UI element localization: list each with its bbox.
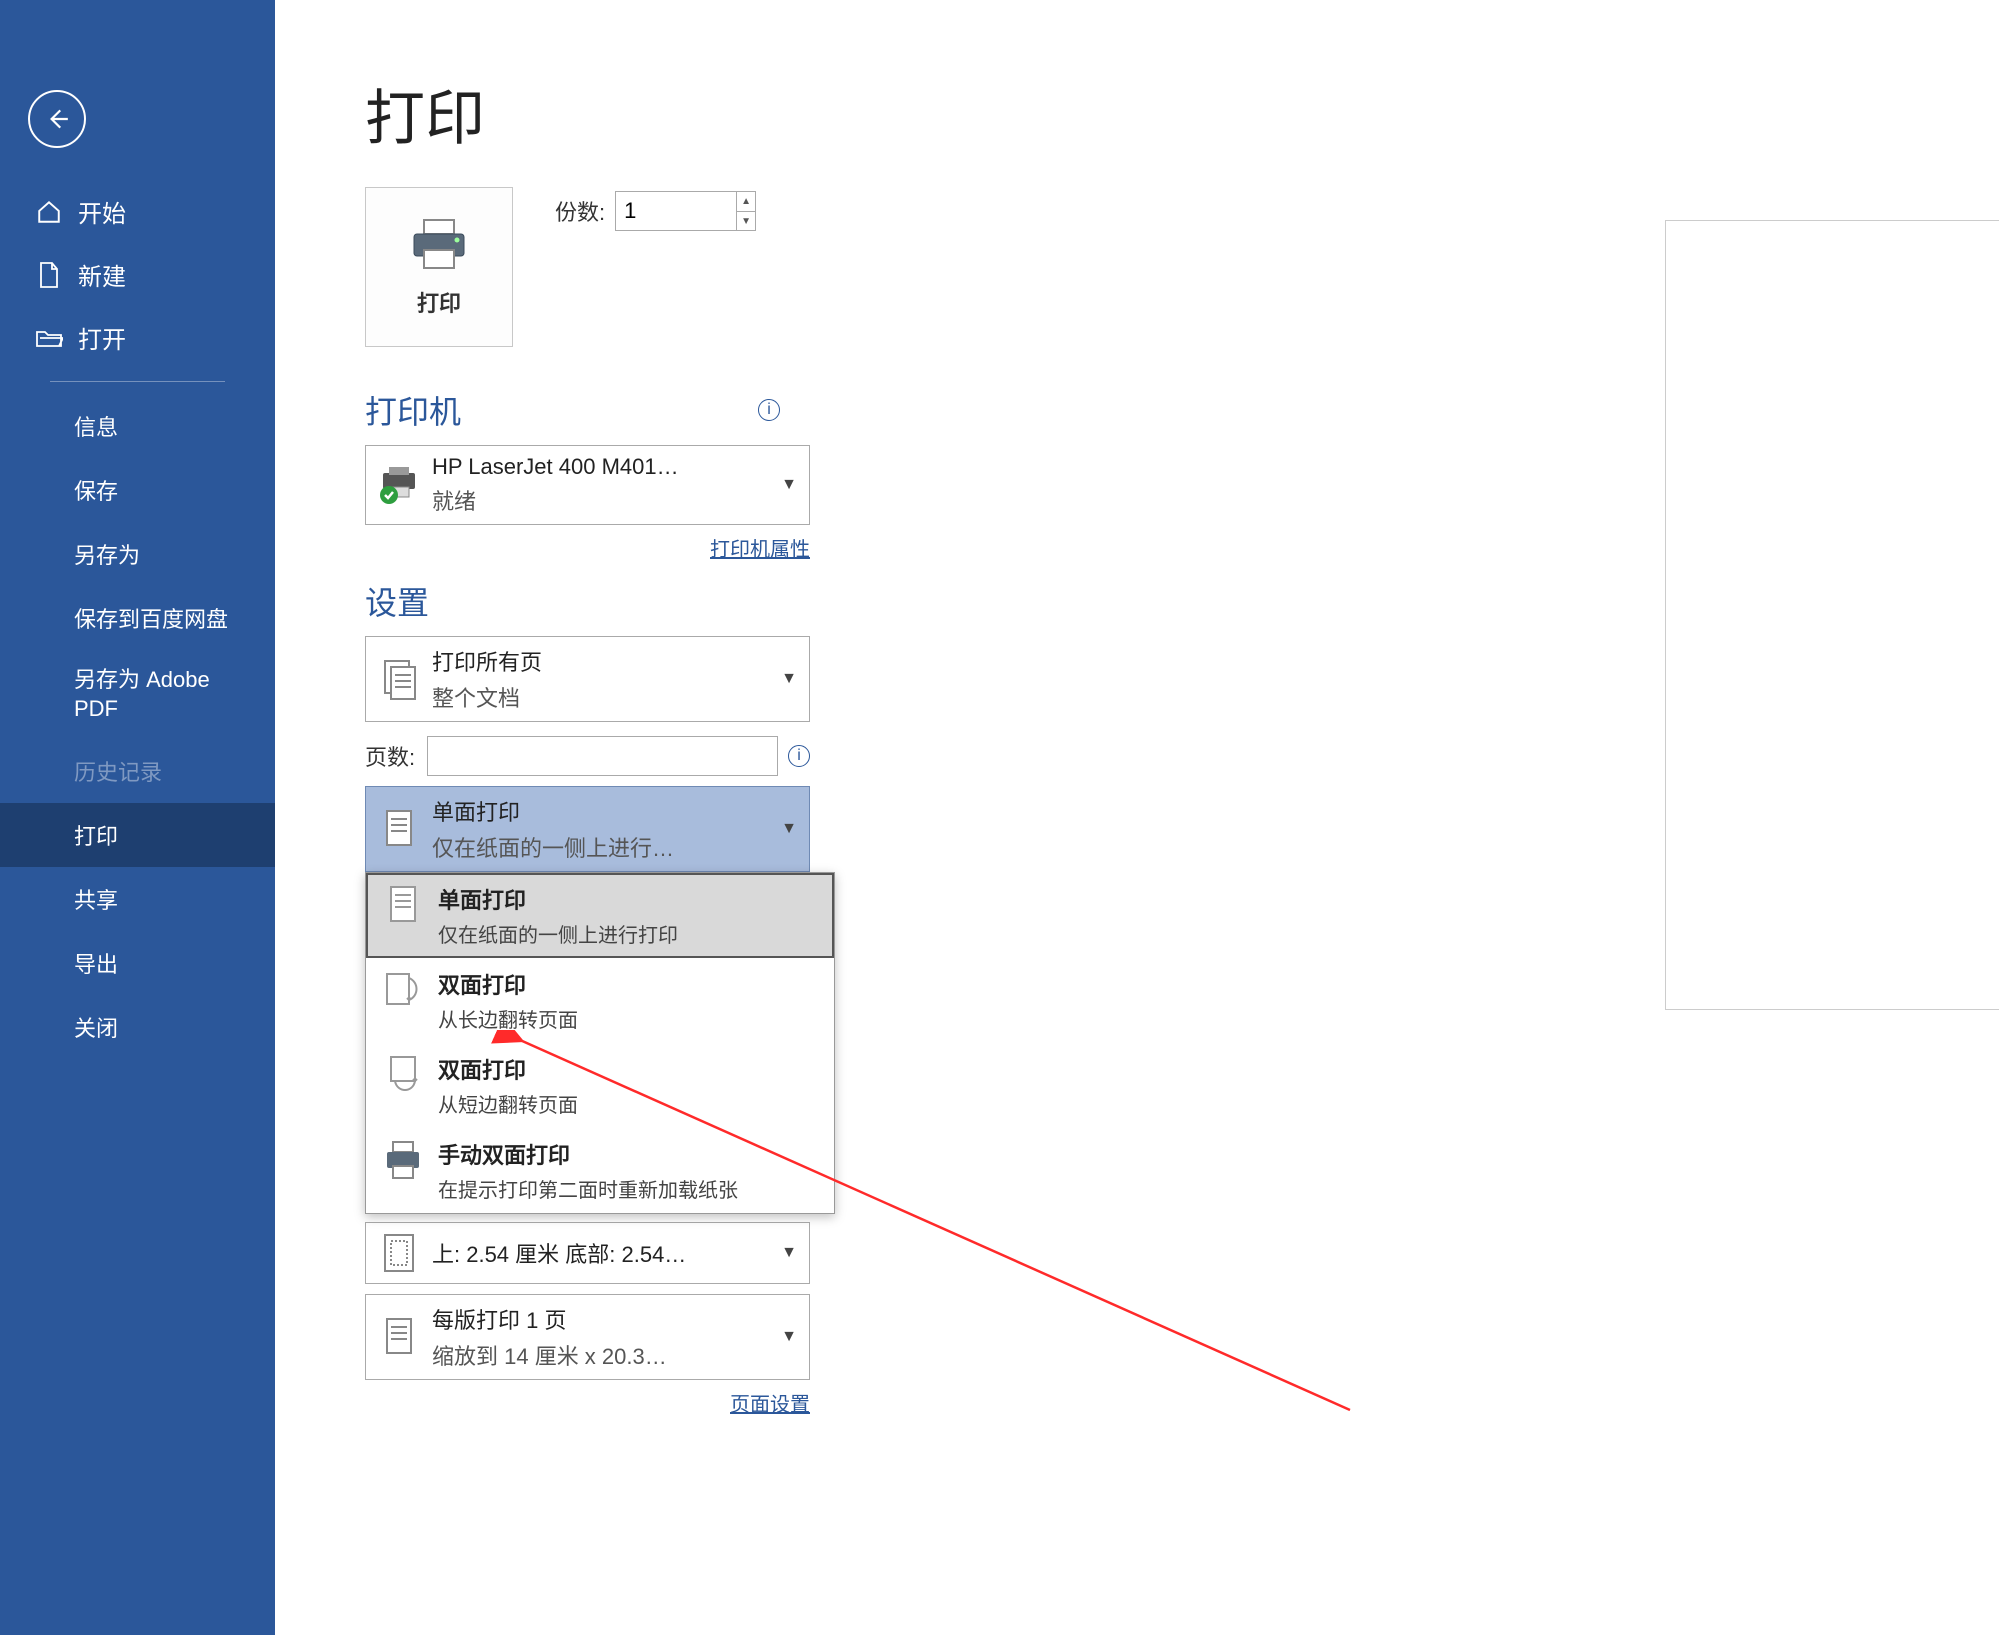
- print-button[interactable]: 打印: [365, 187, 513, 347]
- sidebar-item-save-baidu[interactable]: 保存到百度网盘: [0, 586, 275, 650]
- margins-combo[interactable]: 上: 2.54 厘米 底部: 2.54… ▼: [365, 1222, 810, 1284]
- copies-label: 份数:: [555, 195, 605, 227]
- duplex-option-single[interactable]: 单面打印仅在纸面的一侧上进行打印: [366, 873, 834, 958]
- page-single-icon: [376, 807, 422, 851]
- page-duplex-short-icon: [380, 1053, 426, 1097]
- sidebar-item-home[interactable]: 开始: [0, 180, 275, 243]
- copies-spin-up[interactable]: ▲: [736, 191, 756, 211]
- page-duplex-long-icon: [380, 968, 426, 1012]
- info-icon[interactable]: i: [758, 399, 780, 421]
- home-icon: [34, 197, 64, 227]
- print-preview: [1665, 220, 1999, 1010]
- file-icon: [34, 260, 64, 290]
- info-icon[interactable]: i: [788, 745, 810, 767]
- backstage-sidebar: 开始 新建 打开 信息 保存 另存为 保存到百度网盘 另存为 Adobe PDF…: [0, 0, 275, 1635]
- printer-properties-link[interactable]: 打印机属性: [710, 539, 810, 561]
- sidebar-label: 新建: [78, 257, 126, 292]
- sidebar-item-export[interactable]: 导出: [0, 931, 275, 995]
- page-setup-link[interactable]: 页面设置: [730, 1394, 810, 1416]
- settings-heading: 设置: [365, 578, 429, 624]
- sidebar-item-open[interactable]: 打开: [0, 306, 275, 369]
- printer-icon: [408, 216, 470, 272]
- chevron-down-icon: ▼: [781, 820, 797, 838]
- sidebar-divider: [50, 381, 225, 382]
- printer-status: 就绪: [432, 484, 775, 516]
- arrow-left-icon: [44, 106, 70, 132]
- sidebar-item-save[interactable]: 保存: [0, 458, 275, 522]
- pages-per-sheet-combo[interactable]: 每版打印 1 页 缩放到 14 厘米 x 20.3… ▼: [365, 1294, 810, 1380]
- chevron-down-icon: ▼: [781, 1328, 797, 1346]
- sidebar-item-save-pdf[interactable]: 另存为 Adobe PDF: [0, 650, 275, 739]
- chevron-down-icon: ▼: [781, 476, 797, 494]
- copies-input[interactable]: [615, 191, 737, 231]
- pages-icon: [376, 657, 422, 701]
- sidebar-label: 打开: [78, 320, 126, 355]
- sidebar-item-saveas[interactable]: 另存为: [0, 522, 275, 586]
- duplex-dropdown: 单面打印仅在纸面的一侧上进行打印 双面打印从长边翻转页面 双面打印从短边翻转页面…: [365, 872, 835, 1214]
- pages-input[interactable]: [427, 736, 778, 776]
- sidebar-item-close[interactable]: 关闭: [0, 995, 275, 1059]
- duplex-option-manual[interactable]: 手动双面打印在提示打印第二面时重新加载纸张: [366, 1128, 834, 1213]
- margins-icon: [376, 1231, 422, 1275]
- chevron-down-icon: ▼: [781, 1244, 797, 1262]
- printer-name: HP LaserJet 400 M401…: [432, 454, 775, 480]
- sidebar-item-history: 历史记录: [0, 739, 275, 803]
- page-icon: [376, 1315, 422, 1359]
- printer-combo[interactable]: HP LaserJet 400 M401… 就绪 ▼: [365, 445, 810, 525]
- duplex-combo[interactable]: 单面打印 仅在纸面的一侧上进行… ▼: [365, 786, 810, 872]
- print-scope-combo[interactable]: 打印所有页 整个文档 ▼: [365, 636, 810, 722]
- copies-spin-down[interactable]: ▼: [736, 211, 756, 231]
- folder-open-icon: [34, 323, 64, 353]
- page-title: 打印: [365, 70, 1999, 157]
- printer-heading: 打印机: [365, 387, 461, 433]
- sidebar-item-print[interactable]: 打印: [0, 803, 275, 867]
- print-pane: 打印 打印 份数: ▲ ▼ 打印机 i: [275, 0, 1999, 1635]
- page-single-icon: [380, 883, 426, 927]
- printer-ready-icon: [376, 463, 422, 507]
- pages-label: 页数:: [365, 740, 415, 772]
- sidebar-item-info[interactable]: 信息: [0, 394, 275, 458]
- back-button[interactable]: [28, 90, 86, 148]
- sidebar-item-new[interactable]: 新建: [0, 243, 275, 306]
- duplex-option-long-edge[interactable]: 双面打印从长边翻转页面: [366, 958, 834, 1043]
- sidebar-item-share[interactable]: 共享: [0, 867, 275, 931]
- sidebar-label: 开始: [78, 194, 126, 229]
- printer-icon: [380, 1138, 426, 1182]
- duplex-option-short-edge[interactable]: 双面打印从短边翻转页面: [366, 1043, 834, 1128]
- print-button-label: 打印: [417, 286, 461, 318]
- chevron-down-icon: ▼: [781, 670, 797, 688]
